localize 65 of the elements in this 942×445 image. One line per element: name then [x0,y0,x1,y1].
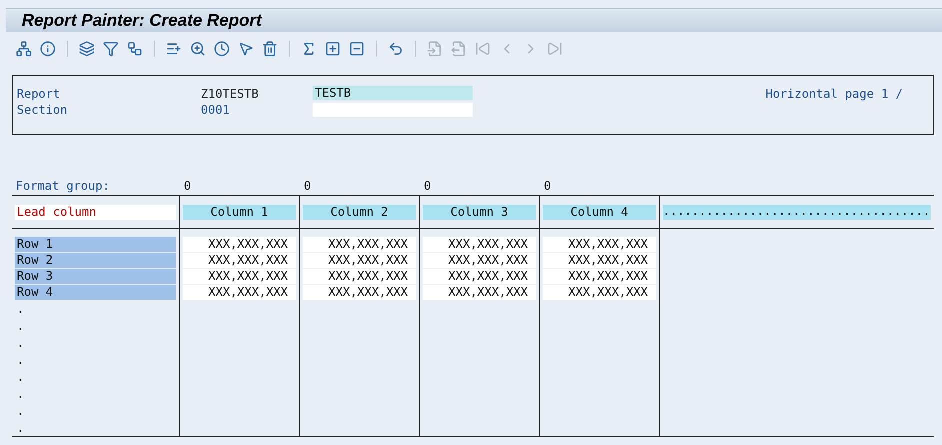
table-cell[interactable]: XXX,XXX,XXX [183,269,296,284]
row-label[interactable]: Row 1 [15,237,176,252]
empty-row-marker: . [16,403,26,419]
zoom-icon [190,40,206,57]
overflow-column-header: ..................................... [663,204,931,220]
org-chart-icon [127,40,143,57]
table-cell[interactable]: XXX,XXX,XXX [303,253,416,268]
column-header[interactable]: Column 1 [183,204,296,220]
empty-row-marker: . [16,420,26,436]
report-id: Z10TESTB [201,86,260,102]
empty-row-marker: . [16,301,26,317]
format-group-value: 0 [544,179,552,193]
trash-icon [262,40,278,57]
empty-row-marker: . [16,352,26,368]
empty-row-marker: . [16,386,26,402]
first-page-icon [475,40,491,57]
format-group-value: 0 [424,179,432,193]
info-button[interactable] [38,38,58,59]
table-cell[interactable]: XXX,XXX,XXX [183,237,296,252]
row-label[interactable]: Row 4 [15,285,176,300]
column-header[interactable]: Column 2 [303,204,416,220]
table-cell[interactable]: XXX,XXX,XXX [423,285,536,300]
last-page-icon [547,40,563,57]
format-group-value: 0 [304,179,312,193]
format-group-label: Format group: [16,179,111,193]
column-header[interactable]: Column 3 [423,204,536,220]
table-cell[interactable]: XXX,XXX,XXX [183,285,296,300]
row-label[interactable]: Row 2 [15,253,176,268]
clock-icon [214,40,230,57]
minus-box-icon [349,40,365,57]
table-cell[interactable]: XXX,XXX,XXX [423,269,536,284]
table-cell[interactable]: XXX,XXX,XXX [303,285,416,300]
row-label[interactable]: Row 3 [15,269,176,284]
empty-row-marker: . [16,369,26,385]
empty-row-marker: . [16,318,26,334]
column-header[interactable]: Column 4 [543,204,656,220]
table-cell[interactable]: XXX,XXX,XXX [303,269,416,284]
empty-row-marker: . [16,335,26,351]
table-cell[interactable]: XXX,XXX,XXX [543,253,656,268]
export-icon [451,40,467,57]
format-group-value: 0 [184,179,192,193]
table-cell[interactable]: XXX,XXX,XXX [303,237,416,252]
section-label: Section [17,102,69,118]
add-row-icon [166,40,182,57]
table-cell[interactable]: XXX,XXX,XXX [423,253,536,268]
plus-box-icon [325,40,341,57]
table-cell[interactable]: XXX,XXX,XXX [543,237,656,252]
window-title: Report Painter: Create Report [22,10,262,31]
info-icon [40,40,56,57]
hierarchy-icon [16,40,32,57]
import-icon [427,40,443,57]
report-label: Report [17,86,62,102]
clock-button[interactable] [212,38,232,59]
report-name-field[interactable]: TESTB [313,86,473,100]
undo-icon [388,40,404,57]
table-cell[interactable]: XXX,XXX,XXX [543,285,656,300]
table-cell[interactable]: XXX,XXX,XXX [543,269,656,284]
pointer-icon [238,40,254,57]
hierarchy-button[interactable] [14,38,34,59]
lead-column-header[interactable]: Lead column [15,204,176,220]
table-cell[interactable]: XXX,XXX,XXX [423,237,536,252]
filter-icon [103,40,119,57]
section-id: 0001 [201,102,231,118]
table-cell[interactable]: XXX,XXX,XXX [183,253,296,268]
page-info: Horizontal page 1 / [766,86,903,102]
